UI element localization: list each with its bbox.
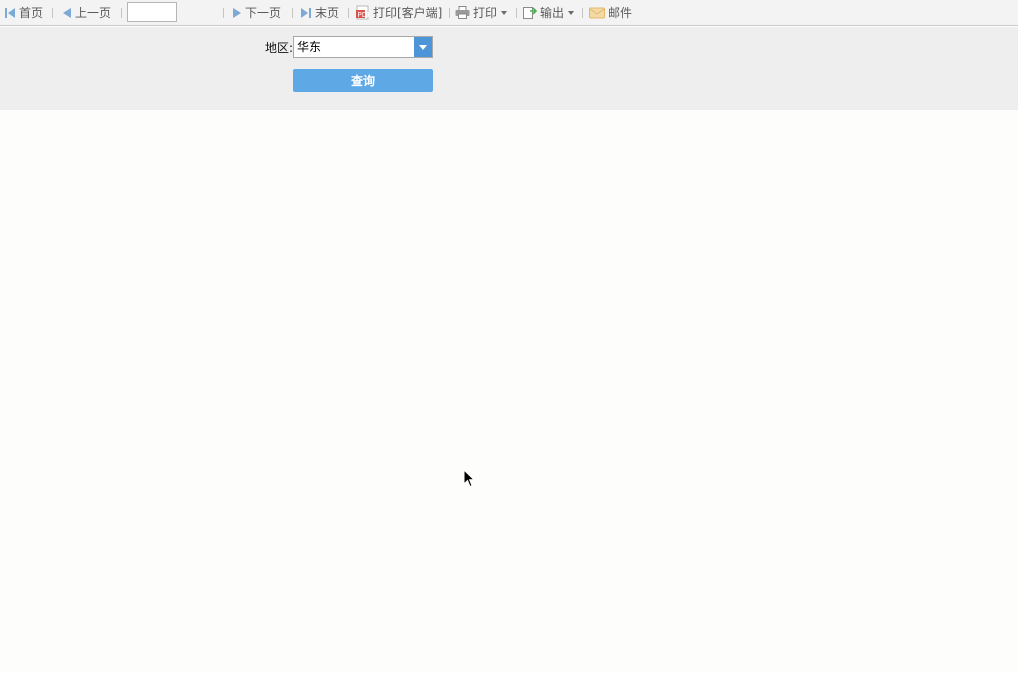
last-page-label: 末页	[315, 6, 340, 20]
mail-icon	[589, 7, 605, 19]
print-button[interactable]: 打印	[455, 0, 508, 25]
region-value[interactable]: 华东	[294, 37, 414, 57]
report-toolbar: 首页 上一页 下一页 末页 PDF 打印[客户端] 打印 输出 邮件	[0, 0, 1018, 26]
export-button[interactable]: 输出	[522, 0, 575, 25]
print-label: 打印	[473, 6, 498, 20]
chevron-down-icon	[501, 10, 508, 15]
first-page-label: 首页	[19, 6, 44, 20]
print-client-button[interactable]: PDF 打印[客户端]	[355, 0, 442, 25]
query-button[interactable]: 查询	[293, 69, 433, 92]
toolbar-divider	[516, 8, 517, 18]
region-combobox[interactable]: 华东	[293, 36, 433, 58]
parameter-panel: 地区: 华东 查询	[0, 27, 1018, 119]
chevron-down-icon	[419, 44, 427, 50]
next-page-icon	[232, 7, 242, 19]
prev-page-icon	[62, 7, 72, 19]
toolbar-divider	[223, 8, 224, 18]
email-label: 邮件	[608, 6, 633, 20]
printer-icon	[455, 6, 470, 19]
pdf-print-icon: PDF	[355, 5, 370, 20]
toolbar-divider	[292, 8, 293, 18]
toolbar-divider	[348, 8, 349, 18]
report-content-area	[0, 110, 1018, 673]
first-page-button[interactable]: 首页	[4, 0, 43, 25]
region-label: 地区:	[265, 41, 294, 55]
toolbar-divider	[449, 8, 450, 18]
last-page-button[interactable]: 末页	[300, 0, 339, 25]
print-client-label: 打印[客户端]	[373, 6, 443, 20]
last-page-icon	[300, 7, 312, 19]
first-page-icon	[4, 7, 16, 19]
svg-text:PDF: PDF	[358, 11, 371, 19]
region-dropdown-button[interactable]	[414, 37, 432, 57]
mouse-cursor-icon	[463, 468, 476, 492]
toolbar-divider	[582, 8, 583, 18]
page-number-input[interactable]	[127, 2, 177, 22]
collapse-panel-toggle[interactable]	[450, 103, 566, 119]
prev-page-label: 上一页	[75, 6, 112, 20]
export-label: 输出	[540, 6, 565, 20]
chevron-down-icon	[568, 10, 575, 15]
toolbar-divider	[52, 8, 53, 18]
next-page-button[interactable]: 下一页	[232, 0, 281, 25]
toolbar-divider	[121, 8, 122, 18]
prev-page-button[interactable]: 上一页	[62, 0, 111, 25]
export-icon	[522, 5, 537, 20]
next-page-label: 下一页	[245, 6, 282, 20]
email-button[interactable]: 邮件	[589, 0, 632, 25]
